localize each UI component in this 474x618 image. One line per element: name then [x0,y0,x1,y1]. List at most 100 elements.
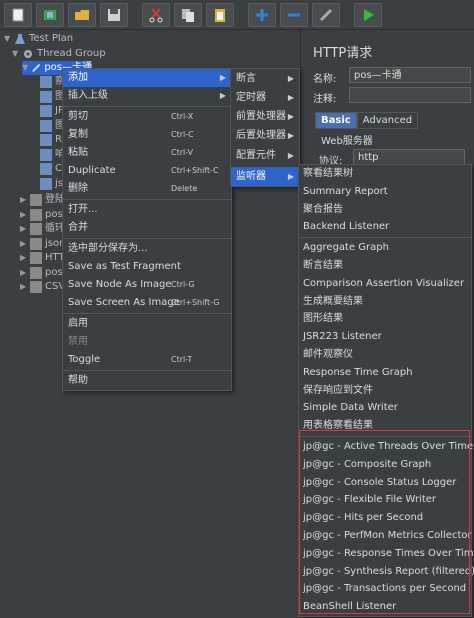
comment-field[interactable] [349,87,471,103]
save-button[interactable] [100,2,128,27]
menu-item-shortcut: Ctrl+Shift-C [171,166,219,175]
submenu-item[interactable]: 断言 ▶ [231,69,299,88]
menu-item-shortcut: Ctrl-T [171,355,193,364]
menu-item[interactable]: 删除 Delete [63,180,231,198]
collapsed-arrow-icon[interactable]: ▶ [20,208,28,222]
menu-item[interactable]: 添加 ▶ [63,69,231,87]
tree-node-sibling[interactable]: ▶ 循环 [20,222,65,236]
listener-item[interactable]: 邮件观察仪 [299,346,471,364]
element-icon [30,208,42,221]
tab-basic[interactable]: Basic [315,112,357,129]
listener-item[interactable]: 聚合报告 [299,201,471,219]
collapsed-arrow-icon[interactable]: ▶ [20,266,28,280]
collapse-icon [288,13,300,16]
tree-node-sibling[interactable]: ▶ json [20,237,65,251]
copy-button[interactable] [174,2,202,27]
listener-item[interactable]: 生成概要结果 [299,293,471,311]
menu-item[interactable]: 启用 [63,315,231,333]
submenu-item[interactable]: 后置处理器 ▶ [231,126,299,145]
new-button[interactable] [4,2,32,27]
menu-item-shortcut: Ctrl+Shift-G [171,298,220,307]
element-icon [40,76,52,88]
submenu-arrow-icon: ▶ [287,93,294,102]
menu-item[interactable]: Save Node As Image Ctrl-G [63,276,231,294]
element-icon [30,194,42,206]
listener-item-label: 保存响应到文件 [303,384,373,396]
tree-node-sibling[interactable]: ▶ pos [20,208,63,222]
templates-icon [44,9,56,20]
context-menu: 添加 ▶ 插入上级 ▶ 剪切 Ctrl-X 复制 Ctrl-C 粘贴 Ctrl-V Duplicat… [62,68,232,391]
listener-item[interactable]: 保存响应到文件 [299,382,471,400]
listener-item[interactable]: Summary Report [299,183,471,201]
submenu-item[interactable]: 前置处理器 ▶ [231,107,299,126]
submenu-arrow-icon: ▶ [287,172,294,181]
submenu-item[interactable]: 配置元件 ▶ [231,145,299,167]
submenu-item-label: 监听器 [236,171,266,182]
paste-button[interactable] [206,2,234,27]
listener-item[interactable]: 察看结果树 [299,165,471,183]
menu-item-label: Duplicate [68,165,116,176]
menu-item[interactable]: 禁用 [63,333,231,351]
open-button[interactable] [68,2,96,27]
tree-node-sibling[interactable]: ▶ CSV [20,280,65,294]
start-icon [364,8,374,21]
menu-item[interactable]: 打开... [63,201,231,219]
element-icon [40,163,52,175]
element-icon [30,237,42,250]
expand-arrow-icon[interactable]: ▼ [4,32,12,46]
collapsed-arrow-icon[interactable]: ▶ [20,222,28,236]
toggle-button[interactable] [312,2,340,27]
menu-item[interactable]: Duplicate Ctrl+Shift-C [63,162,231,180]
element-icon [40,105,52,117]
menu-item[interactable]: 合并 [63,219,231,237]
listener-item[interactable]: Aggregate Graph [299,239,471,257]
element-icon [30,223,42,235]
tree-node-thread-group[interactable]: ▼ Thread Group [12,47,106,61]
templates-button[interactable] [36,2,64,27]
start-button[interactable] [354,2,382,27]
menu-item[interactable]: 复制 Ctrl-C [63,126,231,144]
cut-button[interactable] [142,2,170,27]
menu-item-label: Save Node As Image [68,279,172,290]
menu-item-label: Save Screen As Image [68,297,180,308]
submenu-arrow-icon: ▶ [287,74,294,83]
menu-item[interactable]: Save Screen As Image Ctrl+Shift-G [63,294,231,312]
listener-item-label: Backend Listener [303,221,390,233]
menu-item[interactable]: 帮助 [63,372,231,390]
menu-item[interactable]: Toggle Ctrl-T [63,351,231,369]
expand-button[interactable] [248,2,276,27]
tree-node-sibling[interactable]: ▶ pos [20,266,63,280]
menu-item-label: 插入上级 [68,90,108,101]
listener-item[interactable]: Comparison Assertion Visualizer [299,275,471,293]
collapsed-arrow-icon[interactable]: ▶ [20,193,28,207]
protocol-field[interactable]: http [353,149,465,165]
listener-item[interactable]: Response Time Graph [299,364,471,382]
name-field[interactable]: pos—卡通 [349,67,471,83]
menu-item[interactable]: 剪切 Ctrl-X [63,108,231,126]
tree-node-label: pos [45,266,63,278]
listener-item[interactable]: 断言结果 [299,257,471,275]
tree-node-sibling[interactable]: ▶ HTT [20,251,65,265]
listener-item-label: 聚合报告 [303,203,343,215]
menu-item[interactable]: 选中部分保存为... [63,240,231,258]
submenu-item[interactable]: 监听器 ▶ [231,167,299,186]
tree-node-child[interactable]: JP [40,104,64,118]
tree-node-test-plan[interactable]: ▼ Test Plan [4,32,73,46]
collapsed-arrow-icon[interactable]: ▶ [20,237,28,251]
collapsed-arrow-icon[interactable]: ▶ [20,251,28,265]
expand-arrow-icon[interactable]: ▼ [22,61,29,75]
tree-node-sibling[interactable]: ▶ 登陆 [20,193,65,207]
collapse-button[interactable] [280,2,308,27]
tab-advanced[interactable]: Advanced [356,112,419,129]
menu-item[interactable]: 插入上级 ▶ [63,87,231,105]
submenu-item[interactable]: 定时器 ▶ [231,88,299,107]
menu-item[interactable]: Save as Test Fragment [63,258,231,276]
listener-item[interactable]: JSR223 Listener [299,328,471,346]
listener-item[interactable]: Backend Listener [299,218,471,236]
collapsed-arrow-icon[interactable]: ▶ [20,280,28,294]
menu-item[interactable]: 粘贴 Ctrl-V [63,144,231,162]
gear-icon [24,50,32,58]
listener-item[interactable]: 图形结果 [299,310,471,328]
listener-item[interactable]: Simple Data Writer [299,399,471,417]
expand-arrow-icon[interactable]: ▼ [12,47,20,61]
